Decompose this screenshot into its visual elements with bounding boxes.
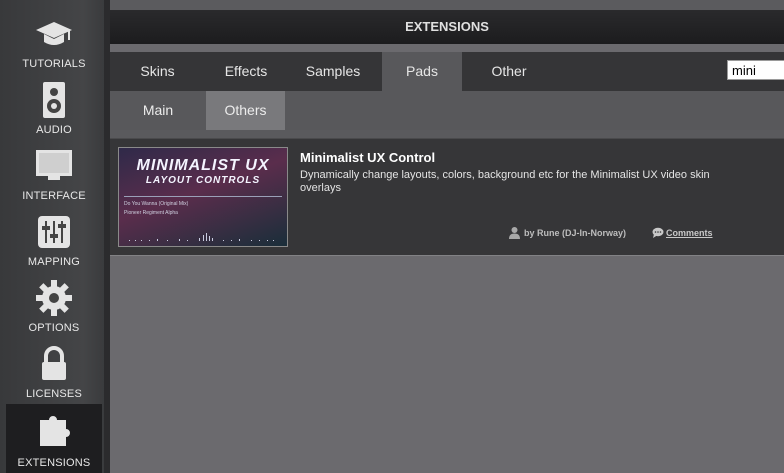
user-icon bbox=[509, 227, 520, 239]
tab-pads[interactable]: Pads bbox=[382, 52, 462, 91]
extension-thumbnail: MINIMALIST UX LAYOUT CONTROLS Do You Wan… bbox=[118, 147, 288, 247]
tab-other[interactable]: Other bbox=[465, 52, 553, 91]
tab-skins[interactable]: Skins bbox=[110, 52, 205, 91]
lock-icon bbox=[42, 346, 66, 380]
monitor-icon bbox=[36, 150, 72, 180]
extension-description: Dynamically change layouts, colors, back… bbox=[300, 169, 710, 194]
tab-effects[interactable]: Effects bbox=[205, 52, 287, 91]
tab-main[interactable]: Main bbox=[110, 91, 206, 130]
search-input[interactable] bbox=[727, 60, 784, 80]
extension-title: Minimalist UX Control bbox=[300, 150, 436, 165]
sidebar-item-tutorials[interactable]: TUTORIALS bbox=[6, 8, 102, 74]
comment-icon bbox=[652, 227, 664, 238]
sidebar-item-label: INTERFACE bbox=[22, 190, 86, 202]
comments-link[interactable]: Comments bbox=[652, 227, 713, 238]
thumbnail-artist: Pioneer Regiment Alpha bbox=[124, 210, 178, 216]
sidebar-item-mapping[interactable]: MAPPING bbox=[6, 206, 102, 272]
tab-samples[interactable]: Samples bbox=[287, 52, 379, 91]
sidebar-item-label: TUTORIALS bbox=[22, 58, 86, 70]
sidebar-item-label: EXTENSIONS bbox=[17, 457, 91, 469]
sidebar-item-label: MAPPING bbox=[27, 256, 81, 268]
sidebar-item-licenses[interactable]: LICENSES bbox=[6, 338, 102, 404]
gear-icon bbox=[36, 280, 72, 316]
tabs-divider bbox=[110, 130, 784, 138]
top-strip bbox=[110, 0, 784, 10]
sidebar-item-label: LICENSES bbox=[25, 388, 82, 400]
tab-others[interactable]: Others bbox=[206, 91, 285, 130]
thumbnail-divider bbox=[124, 196, 282, 197]
thumbnail-title: MINIMALIST UX bbox=[136, 157, 270, 174]
sidebar-item-interface[interactable]: INTERFACE bbox=[6, 140, 102, 206]
puzzle-icon bbox=[40, 416, 70, 446]
thumbnail-subtitle: LAYOUT CONTROLS bbox=[145, 175, 261, 186]
author-name: by Rune (DJ-In-Norway) bbox=[524, 228, 627, 238]
sidebar-item-options[interactable]: OPTIONS bbox=[6, 272, 102, 338]
waveform-graphic bbox=[129, 233, 274, 241]
speaker-icon bbox=[43, 82, 65, 118]
sidebar-item-audio[interactable]: AUDIO bbox=[6, 74, 102, 140]
extension-card[interactable]: MINIMALIST UX LAYOUT CONTROLS Do You Wan… bbox=[110, 138, 784, 256]
sidebar-item-label: OPTIONS bbox=[28, 322, 80, 334]
subcategory-tabs: Main Others bbox=[110, 91, 784, 130]
sliders-icon bbox=[38, 216, 70, 248]
sidebar-item-label: AUDIO bbox=[36, 124, 72, 136]
thumbnail-track: Do You Wanna (Original Mix) bbox=[124, 201, 189, 207]
extension-author: by Rune (DJ-In-Norway) bbox=[509, 227, 627, 239]
page-title: EXTENSIONS bbox=[110, 10, 784, 44]
graduation-cap-icon bbox=[36, 22, 72, 45]
category-tabs: Skins Effects Samples Pads Other bbox=[110, 52, 784, 91]
comments-label: Comments bbox=[666, 228, 713, 238]
sidebar-item-extensions[interactable]: EXTENSIONS bbox=[6, 404, 102, 473]
